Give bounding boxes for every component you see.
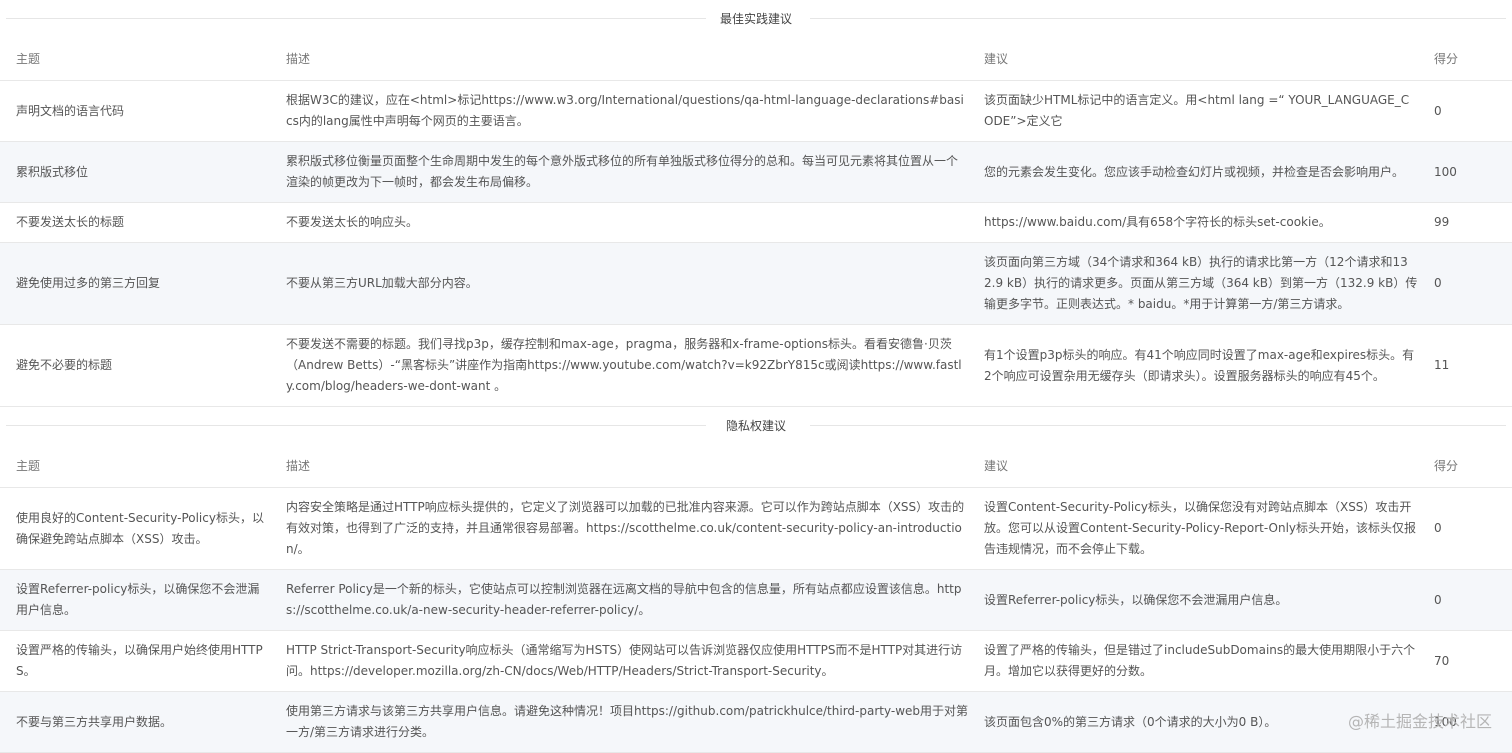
- cell-description: 不要发送太长的响应头。: [278, 203, 976, 243]
- cell-topic: 避免不必要的标题: [0, 325, 278, 407]
- cell-score: 0: [1426, 570, 1512, 631]
- cell-description: Referrer Policy是一个新的标头，它使站点可以控制浏览器在远离文档的…: [278, 570, 976, 631]
- cell-description: 内容安全策略是通过HTTP响应标头提供的，它定义了浏览器可以加载的已批准内容来源…: [278, 488, 976, 570]
- cell-score: 99: [1426, 203, 1512, 243]
- header-description: 描述: [278, 443, 976, 488]
- table-row: 不要与第三方共享用户数据。 使用第三方请求与该第三方共享用户信息。请避免这种情况…: [0, 692, 1512, 753]
- cell-score: 70: [1426, 631, 1512, 692]
- watermark: @稀土掘金技术社区: [1348, 708, 1492, 732]
- table-row: 声明文档的语言代码 根据W3C的建议，应在<html>标记https://www…: [0, 81, 1512, 142]
- cell-topic: 使用良好的Content-Security-Policy标头，以确保避免跨站点脚…: [0, 488, 278, 570]
- cell-score: 100: [1426, 142, 1512, 203]
- cell-topic: 累积版式移位: [0, 142, 278, 203]
- cell-description: 根据W3C的建议，应在<html>标记https://www.w3.org/In…: [278, 81, 976, 142]
- cell-suggestion: 设置Referrer-policy标头，以确保您不会泄漏用户信息。: [976, 570, 1426, 631]
- best-practices-table: 主题 描述 建议 得分 声明文档的语言代码 根据W3C的建议，应在<html>标…: [0, 36, 1512, 407]
- best-practices-divider: 最佳实践建议: [0, 0, 1512, 36]
- table-row: 避免使用过多的第三方回复 不要从第三方URL加载大部分内容。 该页面向第三方域（…: [0, 243, 1512, 325]
- table-row: 不要发送太长的标题 不要发送太长的响应头。 https://www.baidu.…: [0, 203, 1512, 243]
- table-header-row: 主题 描述 建议 得分: [0, 36, 1512, 81]
- cell-description: 不要从第三方URL加载大部分内容。: [278, 243, 976, 325]
- cell-topic: 设置Referrer-policy标头，以确保您不会泄漏用户信息。: [0, 570, 278, 631]
- cell-score: 0: [1426, 81, 1512, 142]
- cell-suggestion: 该页面缺少HTML标记中的语言定义。用<html lang =“ YOUR_LA…: [976, 81, 1426, 142]
- cell-suggestion: https://www.baidu.com/具有658个字符长的标头set-co…: [976, 203, 1426, 243]
- table-row: 避免不必要的标题 不要发送不需要的标题。我们寻找p3p，缓存控制和max-age…: [0, 325, 1512, 407]
- header-score: 得分: [1426, 443, 1512, 488]
- header-description: 描述: [278, 36, 976, 81]
- cell-topic: 不要发送太长的标题: [0, 203, 278, 243]
- cell-suggestion: 设置Content-Security-Policy标头，以确保您没有对跨站点脚本…: [976, 488, 1426, 570]
- table-row: 累积版式移位 累积版式移位衡量页面整个生命周期中发生的每个意外版式移位的所有单独…: [0, 142, 1512, 203]
- cell-description: 使用第三方请求与该第三方共享用户信息。请避免这种情况！项目https://git…: [278, 692, 976, 753]
- best-practices-section: 最佳实践建议 主题 描述 建议 得分 声明文档的语言代码 根据W3C的建议，应在…: [0, 0, 1512, 407]
- header-topic: 主题: [0, 443, 278, 488]
- cell-suggestion: 有1个设置p3p标头的响应。有41个响应同时设置了max-age和expires…: [976, 325, 1426, 407]
- best-practices-title: 最佳实践建议: [708, 10, 804, 27]
- cell-topic: 避免使用过多的第三方回复: [0, 243, 278, 325]
- cell-suggestion: 设置了严格的传输头，但是错过了includeSubDomains的最大使用期限小…: [976, 631, 1426, 692]
- table-row: 设置Referrer-policy标头，以确保您不会泄漏用户信息。 Referr…: [0, 570, 1512, 631]
- cell-description: HTTP Strict-Transport-Security响应标头（通常缩写为…: [278, 631, 976, 692]
- privacy-table: 主题 描述 建议 得分 使用良好的Content-Security-Policy…: [0, 443, 1512, 753]
- table-row: 设置严格的传输头，以确保用户始终使用HTTPS。 HTTP Strict-Tra…: [0, 631, 1512, 692]
- table-header-row: 主题 描述 建议 得分: [0, 443, 1512, 488]
- cell-score: 11: [1426, 325, 1512, 407]
- divider-line-left: [6, 18, 706, 19]
- privacy-divider: 隐私权建议: [0, 407, 1512, 443]
- divider-line-left: [6, 425, 706, 426]
- cell-suggestion: 您的元素会发生变化。您应该手动检查幻灯片或视频，并检查是否会影响用户。: [976, 142, 1426, 203]
- cell-score: 0: [1426, 488, 1512, 570]
- header-topic: 主题: [0, 36, 278, 81]
- table-row: 使用良好的Content-Security-Policy标头，以确保避免跨站点脚…: [0, 488, 1512, 570]
- cell-description: 不要发送不需要的标题。我们寻找p3p，缓存控制和max-age，pragma，服…: [278, 325, 976, 407]
- privacy-section: 隐私权建议 主题 描述 建议 得分 使用良好的Content-Security-…: [0, 407, 1512, 753]
- cell-suggestion: 该页面向第三方域（34个请求和364 kB）执行的请求比第一方（12个请求和13…: [976, 243, 1426, 325]
- cell-description: 累积版式移位衡量页面整个生命周期中发生的每个意外版式移位的所有单独版式移位得分的…: [278, 142, 976, 203]
- divider-line-right: [810, 18, 1506, 19]
- cell-topic: 设置严格的传输头，以确保用户始终使用HTTPS。: [0, 631, 278, 692]
- cell-score: 0: [1426, 243, 1512, 325]
- header-suggestion: 建议: [976, 443, 1426, 488]
- header-suggestion: 建议: [976, 36, 1426, 81]
- divider-line-right: [810, 425, 1506, 426]
- cell-topic: 声明文档的语言代码: [0, 81, 278, 142]
- header-score: 得分: [1426, 36, 1512, 81]
- cell-topic: 不要与第三方共享用户数据。: [0, 692, 278, 753]
- privacy-title: 隐私权建议: [714, 417, 798, 434]
